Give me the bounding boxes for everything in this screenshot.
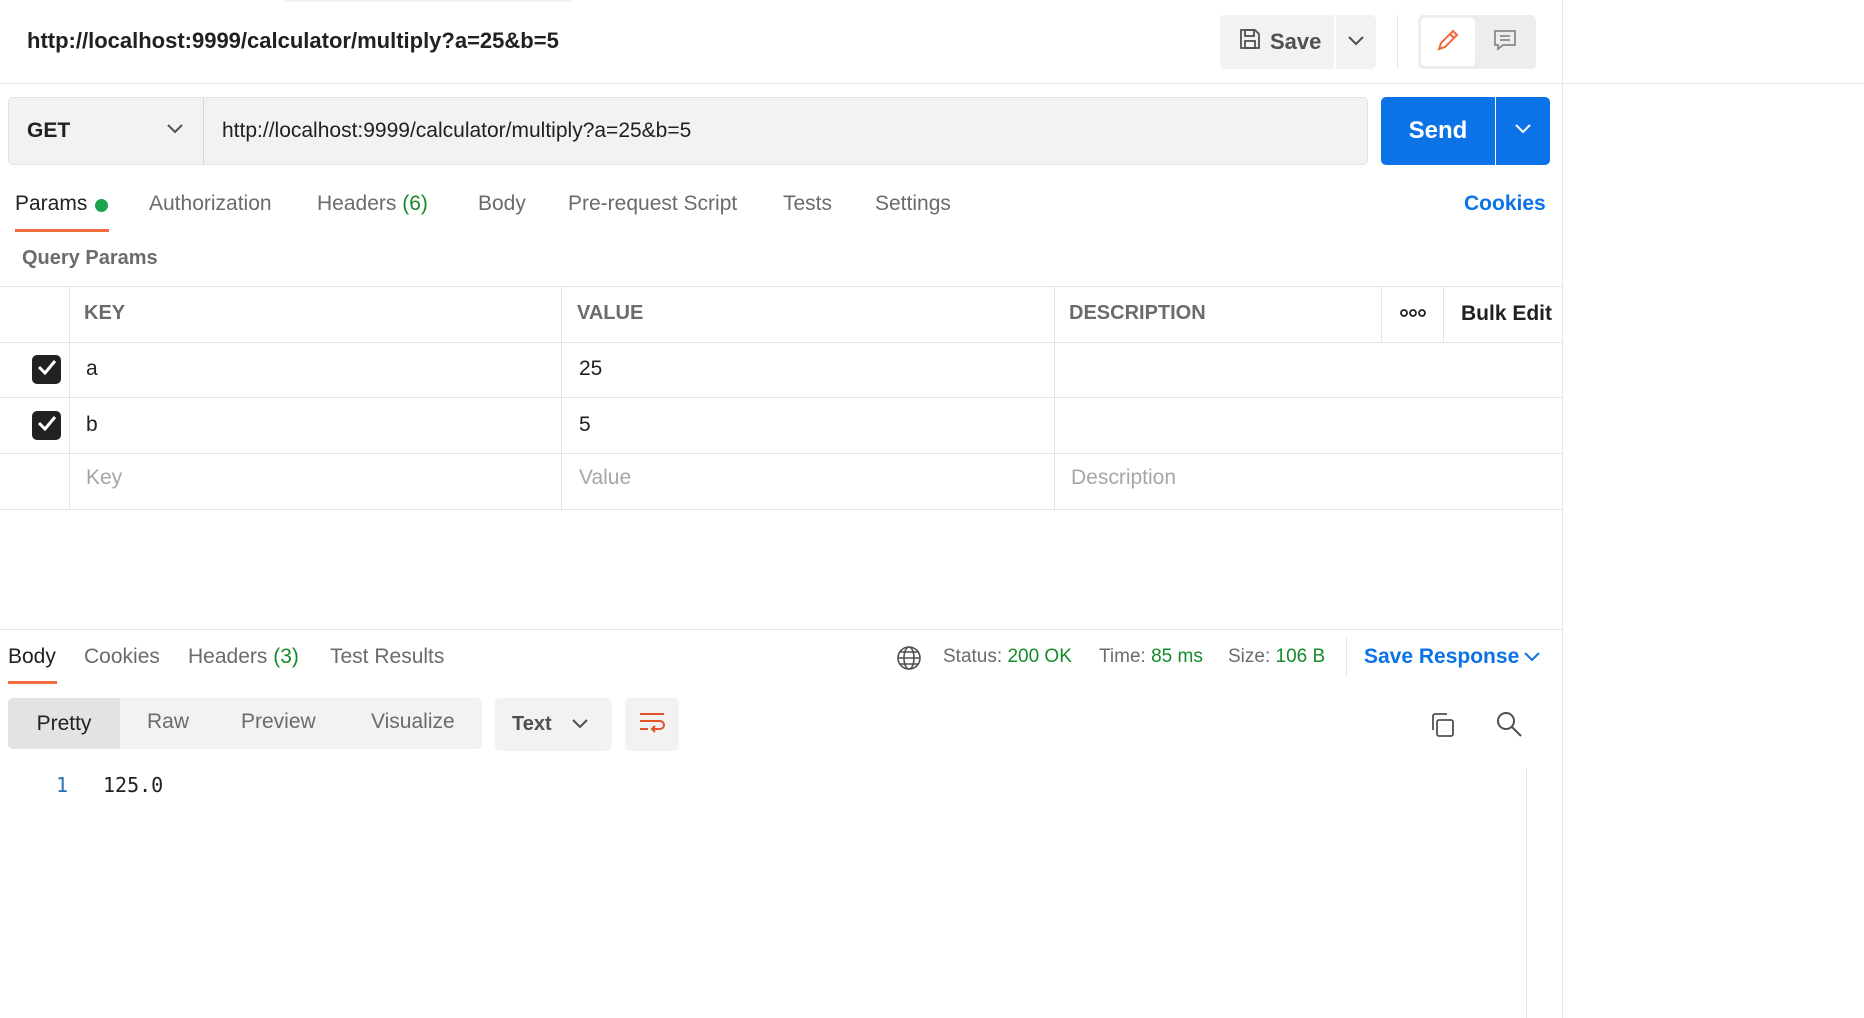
column-header-value: VALUE <box>577 302 644 324</box>
param-key-cell[interactable]: b <box>86 413 98 437</box>
divider <box>1397 15 1398 69</box>
view-mode-raw[interactable]: Raw <box>147 710 189 734</box>
save-icon <box>1238 27 1262 57</box>
column-divider <box>69 287 70 509</box>
view-mode-pretty[interactable]: Pretty <box>8 698 120 749</box>
url-value: http://localhost:9999/calculator/multipl… <box>222 119 692 142</box>
send-button-label: Send <box>1408 117 1468 144</box>
size-indicator[interactable]: Size: 106 B <box>1228 646 1325 668</box>
pane-border <box>1562 0 1563 1018</box>
response-tab-cookies[interactable]: Cookies <box>84 645 160 669</box>
query-params-title: Query Params <box>22 247 158 269</box>
size-value: 106 B <box>1275 646 1326 667</box>
size-label: Size: <box>1228 646 1271 667</box>
tab-params[interactable]: Params <box>15 192 87 216</box>
wrap-lines-button[interactable] <box>625 698 679 751</box>
active-tab-underline <box>15 229 109 232</box>
send-options-button[interactable] <box>1496 97 1550 165</box>
divider <box>1346 638 1347 676</box>
format-value: Text <box>512 713 552 735</box>
editor-scrollbar[interactable] <box>1526 768 1527 1018</box>
headers-count-badge: (6) <box>402 192 428 215</box>
save-response-button[interactable]: Save Response <box>1364 645 1519 669</box>
comment-icon <box>1492 27 1518 58</box>
param-value-cell[interactable]: 25 <box>579 357 602 381</box>
param-key-cell[interactable]: a <box>86 357 98 381</box>
pencil-icon <box>1435 27 1461 58</box>
chevron-down-icon <box>1514 122 1532 140</box>
more-options-icon[interactable] <box>1400 306 1426 325</box>
response-tab-headers-label: Headers <box>188 645 268 668</box>
save-button-label: Save <box>1270 29 1322 54</box>
view-mode-preview[interactable]: Preview <box>241 710 316 734</box>
time-value: 85 ms <box>1151 646 1203 667</box>
edit-mode-button[interactable] <box>1421 18 1475 66</box>
response-headers-count-badge: (3) <box>273 645 299 668</box>
comment-mode-button[interactable] <box>1478 18 1532 66</box>
column-divider <box>561 287 562 509</box>
column-divider <box>1054 287 1055 509</box>
tab-headers-label: Headers <box>317 192 397 215</box>
chevron-down-icon <box>572 716 588 734</box>
new-value-input[interactable]: Value <box>579 466 631 490</box>
time-indicator[interactable]: Time: 85 ms <box>1099 646 1203 668</box>
save-button[interactable]: Save <box>1220 15 1334 69</box>
tab-authorization[interactable]: Authorization <box>149 192 272 216</box>
line-number: 1 <box>56 773 69 797</box>
view-mode-visualize[interactable]: Visualize <box>371 710 455 734</box>
row-divider <box>0 342 1562 343</box>
tab-body[interactable]: Body <box>478 192 526 216</box>
tab-headers[interactable]: Headers (6) <box>317 192 428 216</box>
response-tab-headers[interactable]: Headers (3) <box>188 645 299 669</box>
tab-params-label: Params <box>15 192 88 215</box>
param-value-cell[interactable]: 5 <box>579 413 591 437</box>
row-divider <box>0 509 1562 510</box>
tab-tests[interactable]: Tests <box>783 192 832 216</box>
copy-icon[interactable] <box>1428 711 1456 744</box>
column-divider <box>1381 287 1382 342</box>
response-tab-test-results[interactable]: Test Results <box>330 645 444 669</box>
row-divider <box>0 453 1562 454</box>
column-header-key: KEY <box>84 302 126 324</box>
response-body-line[interactable]: 125.0 <box>103 773 163 797</box>
query-params-table <box>0 286 1562 510</box>
time-label: Time: <box>1099 646 1146 667</box>
response-divider[interactable] <box>0 629 1562 630</box>
save-options-button[interactable] <box>1336 15 1376 69</box>
status-value: 200 OK <box>1007 646 1072 667</box>
search-icon[interactable] <box>1495 710 1523 743</box>
chevron-down-icon[interactable] <box>1523 650 1541 668</box>
chevron-down-icon <box>166 122 184 140</box>
chevron-down-icon <box>1348 33 1364 51</box>
format-select[interactable]: Text <box>495 698 612 751</box>
param-enabled-checkbox[interactable] <box>32 411 61 440</box>
new-key-input[interactable]: Key <box>86 466 122 490</box>
new-description-input[interactable]: Description <box>1071 466 1176 490</box>
response-tab-body[interactable]: Body <box>8 645 56 669</box>
params-active-dot <box>95 199 108 212</box>
status-indicator[interactable]: Status: 200 OK <box>943 646 1072 668</box>
column-divider <box>1443 287 1444 342</box>
checkmark-icon <box>37 415 57 436</box>
param-enabled-checkbox[interactable] <box>32 355 61 384</box>
request-title[interactable]: http://localhost:9999/calculator/multipl… <box>27 28 559 54</box>
method-value: GET <box>27 119 71 142</box>
row-divider <box>0 397 1562 398</box>
tab-settings[interactable]: Settings <box>875 192 951 216</box>
checkmark-icon <box>37 359 57 380</box>
column-header-description: DESCRIPTION <box>1069 302 1206 324</box>
active-tab-underline <box>8 681 57 684</box>
wrap-lines-icon <box>638 710 666 739</box>
tab-prerequest-script[interactable]: Pre-request Script <box>568 192 737 216</box>
status-label: Status: <box>943 646 1003 667</box>
bulk-edit-button[interactable]: Bulk Edit <box>1461 302 1552 326</box>
url-input[interactable]: http://localhost:9999/calculator/multipl… <box>203 97 1368 165</box>
globe-icon[interactable] <box>896 645 922 676</box>
active-tab-indicator <box>284 0 572 2</box>
send-button[interactable]: Send <box>1381 97 1495 165</box>
cookies-link[interactable]: Cookies <box>1464 192 1546 216</box>
